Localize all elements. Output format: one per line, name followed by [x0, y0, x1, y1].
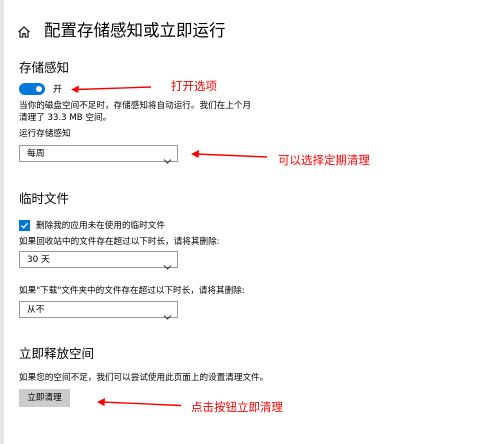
- free-space-heading: 立即释放空间: [19, 346, 95, 361]
- downloads-select[interactable]: 从不: [19, 301, 178, 320]
- delete-temp-files-checkbox-row[interactable]: 删除我的应用未在使用的临时文件: [19, 219, 165, 231]
- storage-sense-toggle[interactable]: [19, 82, 45, 95]
- annotation-button-note: 点击按钮立即清理: [191, 400, 283, 414]
- chevron-down-icon: [163, 306, 172, 320]
- recycle-bin-value: 30 天: [27, 255, 50, 265]
- page-header: 配置存储感知或立即运行: [17, 18, 226, 44]
- arrow-annotation-schedule: [191, 150, 268, 158]
- window-edge: [0, 0, 4, 444]
- downloads-label: 如果"下载"文件夹中的文件存在超过以下时长，请将其删除:: [19, 286, 245, 296]
- temp-files-heading: 临时文件: [19, 191, 70, 206]
- storage-sense-heading: 存储感知: [19, 60, 70, 75]
- toggle-state-label: 开: [53, 85, 63, 95]
- run-frequency-select[interactable]: 每周: [19, 145, 178, 164]
- run-frequency-value: 每周: [27, 149, 45, 159]
- page-title: 配置存储感知或立即运行: [44, 21, 226, 40]
- arrow-annotation-toggle: [71, 85, 152, 93]
- annotation-schedule-note: 可以选择定期清理: [278, 153, 370, 167]
- chevron-down-icon: [163, 256, 172, 270]
- home-icon[interactable]: [17, 24, 31, 38]
- delete-temp-files-checkbox[interactable]: [19, 219, 30, 231]
- toggle-knob: [36, 85, 42, 92]
- arrow-annotation-button: [97, 398, 182, 407]
- recycle-bin-label: 如果回收站中的文件存在超过以下时长，请将其删除:: [19, 237, 220, 247]
- run-storage-sense-label: 运行存储感知: [19, 129, 71, 139]
- clean-now-button[interactable]: 立即清理: [19, 389, 70, 407]
- delete-temp-files-label: 删除我的应用未在使用的临时文件: [36, 221, 165, 231]
- downloads-value: 从不: [27, 305, 45, 315]
- storage-sense-toggle-row: 开: [19, 82, 62, 95]
- recycle-bin-select[interactable]: 30 天: [19, 251, 178, 270]
- storage-sense-description: 当你的磁盘空间不足时，存储感知将自动运行。我们在上个月清理了 33.3 MB 空…: [19, 101, 252, 123]
- free-space-description: 如果您的空间不足，我们可以尝试使用此页面上的设置清理文件。: [19, 373, 269, 383]
- annotation-toggle-note: 打开选项: [171, 79, 217, 93]
- chevron-down-icon: [163, 150, 172, 164]
